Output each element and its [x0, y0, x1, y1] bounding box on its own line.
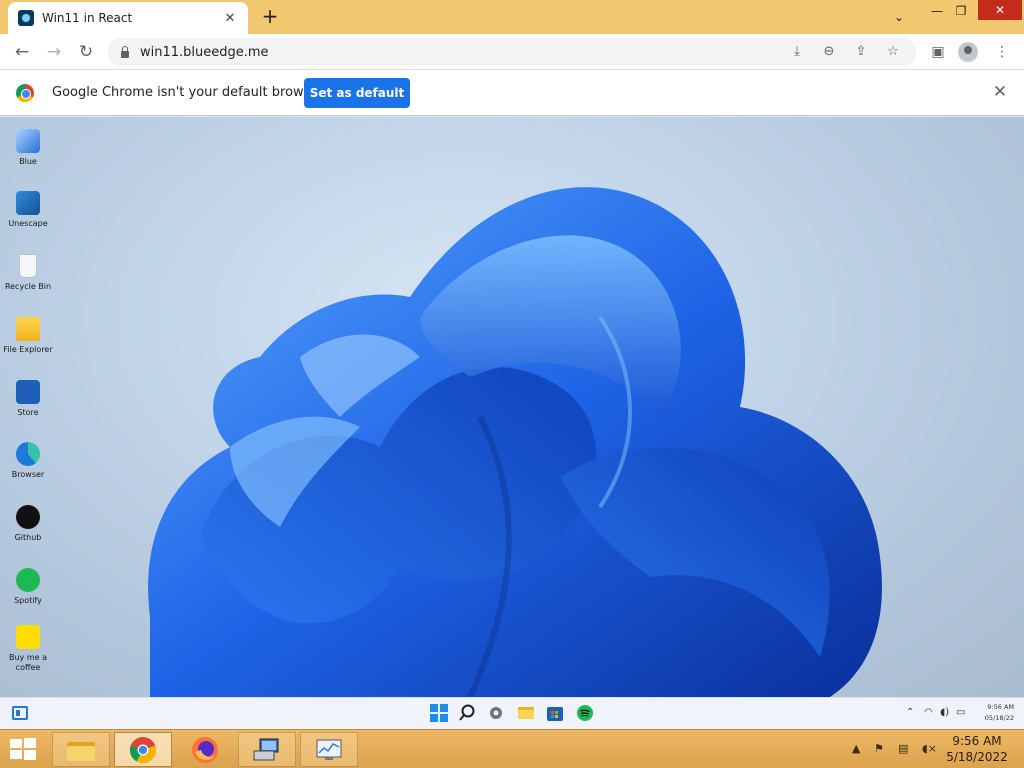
infobar-message: Google Chrome isn't your default browser: [52, 85, 324, 100]
search-icon[interactable]: [458, 704, 478, 724]
settings-gear-icon[interactable]: [487, 704, 507, 724]
spotify-icon: [16, 568, 40, 592]
desktop-icon-unescape[interactable]: Unescape: [0, 191, 56, 229]
close-window-button[interactable]: ✕: [978, 0, 1022, 20]
side-panel-icon[interactable]: ▣: [926, 40, 950, 64]
menu-kebab-icon[interactable]: ⋮: [990, 40, 1014, 64]
coffee-icon: [16, 625, 40, 649]
desktop-icon-recycle-bin[interactable]: Recycle Bin: [0, 254, 56, 292]
forward-arrow-icon[interactable]: →: [42, 40, 66, 64]
host-action-center-flag-icon[interactable]: ⚑: [874, 742, 884, 755]
win11-clock[interactable]: 9:56 AM 05/18/22: [978, 702, 1014, 724]
wifi-icon[interactable]: ◠: [924, 707, 933, 718]
browser-toolbar: ← → ↻ win11.blueedge.me ⤓ ⊖ ⇪ ☆ ▣ ⋮: [0, 34, 1024, 70]
bookmark-star-icon[interactable]: ☆: [882, 41, 904, 63]
win11-favicon-icon: [18, 10, 34, 26]
host-chrome-icon: [129, 736, 157, 763]
folder-icon: [16, 317, 40, 341]
bloom-wallpaper: [148, 187, 882, 697]
win11-date: 05/18/22: [984, 714, 1014, 722]
host-firefox-icon: [192, 736, 218, 763]
host-app-performance-monitor[interactable]: [300, 732, 358, 767]
win11-desktop: Blue Unescape Recycle Bin File Explorer …: [0, 117, 1024, 697]
host-clock[interactable]: 9:56 AM 5/18/2022: [944, 733, 1010, 765]
reload-icon[interactable]: ↻: [74, 40, 98, 64]
host-taskbar: ▲ ⚑ ▤ ◖× 9:56 AM 5/18/2022: [0, 729, 1024, 768]
host-folder-icon: [67, 741, 95, 761]
recycle-bin-icon: [19, 254, 37, 278]
host-date: 5/18/2022: [946, 750, 1008, 764]
share-icon[interactable]: ⇪: [850, 41, 872, 63]
store-icon: [16, 380, 40, 404]
host-app-file-explorer[interactable]: [52, 732, 110, 767]
address-bar[interactable]: win11.blueedge.me ⤓ ⊖ ⇪ ☆: [108, 38, 916, 66]
desktop-icon-blue[interactable]: Blue: [0, 129, 56, 167]
edge-icon: [16, 442, 40, 466]
infobar-close-icon[interactable]: ✕: [990, 82, 1010, 102]
github-icon: [16, 505, 40, 529]
host-network-computer-icon: [253, 738, 279, 760]
maximize-button[interactable]: ❐: [950, 0, 972, 22]
lock-icon[interactable]: [120, 46, 130, 58]
host-app-firefox[interactable]: [176, 732, 234, 767]
host-time: 9:56 AM: [952, 734, 1002, 748]
host-app-remote-desktop[interactable]: [238, 732, 296, 767]
tab-close-icon[interactable]: ✕: [222, 11, 238, 26]
unescape-icon: [16, 191, 40, 215]
win11-taskbar: ⌃ ◠ ◖) ▭ 9:56 AM 05/18/22: [0, 697, 1024, 729]
file-explorer-icon[interactable]: [517, 704, 537, 724]
set-as-default-button[interactable]: Set as default: [304, 78, 410, 108]
host-monitor-chart-icon: [316, 739, 342, 760]
host-app-chrome[interactable]: [114, 732, 172, 767]
tray-chevron-icon[interactable]: ⌃: [906, 707, 914, 718]
install-app-icon[interactable]: ⤓: [786, 41, 808, 63]
tab-title: Win11 in React: [42, 11, 133, 25]
browser-tab[interactable]: Win11 in React ✕: [8, 2, 248, 34]
desktop-icon-github[interactable]: Github: [0, 505, 56, 543]
battery-icon[interactable]: ▭: [956, 707, 965, 718]
browser-tab-strip: Win11 in React ✕ + ⌄ — ❐ ✕: [0, 0, 1024, 34]
minimize-button[interactable]: —: [926, 0, 948, 22]
tab-search-icon[interactable]: ⌄: [888, 6, 910, 28]
win11-time: 9:56 AM: [987, 703, 1014, 711]
host-start-windows-icon[interactable]: [10, 738, 36, 760]
profile-avatar[interactable]: [958, 42, 978, 62]
widgets-icon[interactable]: [12, 706, 28, 720]
desktop-icon-store[interactable]: Store: [0, 380, 56, 418]
store-taskbar-icon[interactable]: [546, 704, 566, 724]
new-tab-button[interactable]: +: [258, 5, 282, 29]
default-browser-infobar: Google Chrome isn't your default browser…: [0, 70, 1024, 116]
chrome-logo-icon: [16, 84, 34, 102]
zoom-icon[interactable]: ⊖: [818, 41, 840, 63]
desktop-icon-file-explorer[interactable]: File Explorer: [0, 317, 56, 355]
desktop-icon-buy-me-a-coffee[interactable]: Buy me a coffee: [0, 625, 56, 673]
volume-icon[interactable]: ◖): [940, 707, 949, 718]
host-network-icon[interactable]: ▤: [898, 742, 908, 755]
start-windows-icon[interactable]: [430, 704, 450, 724]
desktop-icon-spotify[interactable]: Spotify: [0, 568, 56, 606]
host-tray-chevron-icon[interactable]: ▲: [852, 742, 860, 755]
desktop-icon-browser[interactable]: Browser: [0, 442, 56, 480]
blue-icon: [16, 129, 40, 153]
host-volume-muted-icon[interactable]: ◖×: [922, 742, 937, 755]
spotify-taskbar-icon[interactable]: [576, 704, 596, 724]
url-text[interactable]: win11.blueedge.me: [140, 45, 776, 60]
back-arrow-icon[interactable]: ←: [10, 40, 34, 64]
